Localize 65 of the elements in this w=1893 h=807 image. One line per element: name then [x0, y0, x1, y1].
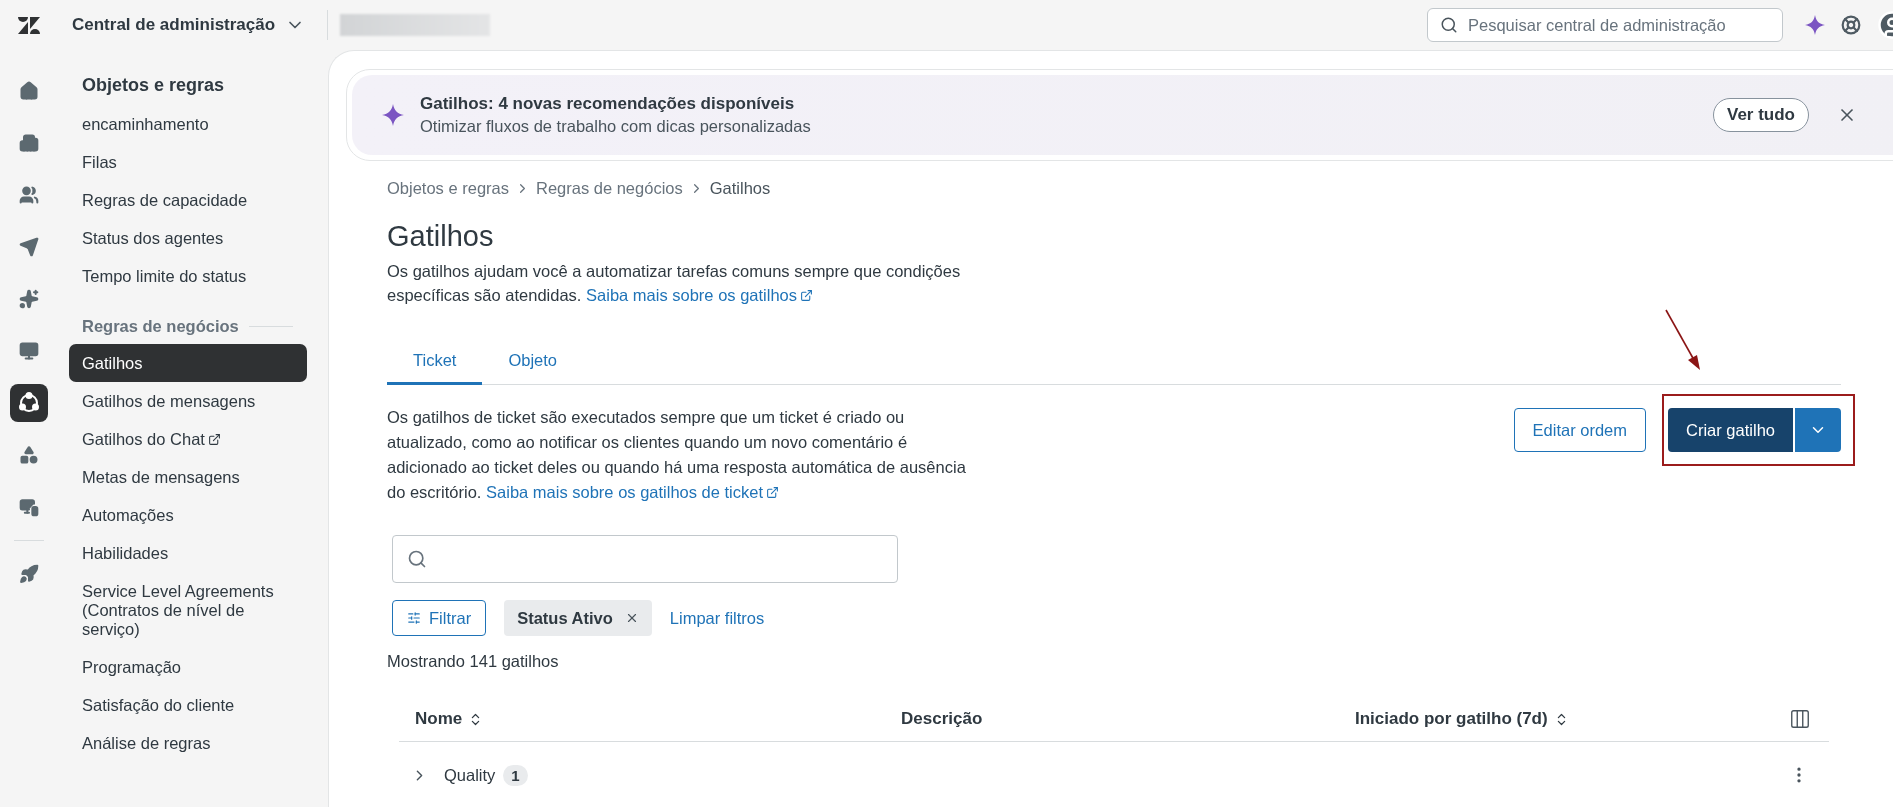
- sidebar-item[interactable]: Gatilhos do Chat: [69, 420, 307, 458]
- tab[interactable]: Objeto: [482, 341, 584, 385]
- people-icon: [19, 185, 39, 205]
- tab[interactable]: Ticket: [387, 341, 483, 385]
- external-link-icon: [800, 289, 813, 302]
- filter-chip-label: Status Ativo: [517, 608, 613, 628]
- search-icon: [1440, 16, 1458, 34]
- sidebar-item[interactable]: Programação: [69, 648, 307, 686]
- edit-order-button[interactable]: Editar ordem: [1513, 408, 1647, 452]
- clear-filters-link[interactable]: Limpar filtros: [669, 608, 765, 628]
- help-icon[interactable]: [1841, 15, 1861, 35]
- learn-more-link[interactable]: Saiba mais sobre os gatilhos de ticket: [486, 483, 780, 501]
- sidebar-item[interactable]: Satisfação do cliente: [69, 686, 307, 724]
- breadcrumb-link[interactable]: Regras de negócios: [536, 179, 683, 198]
- learn-more-link[interactable]: Saiba mais sobre os gatilhos: [586, 286, 813, 304]
- create-trigger-button[interactable]: Criar gatilho: [1668, 408, 1793, 452]
- column-header[interactable]: Descrição: [901, 709, 1355, 729]
- sparkle-icon: [382, 104, 404, 126]
- column-header[interactable]: Iniciado por gatilho (7d): [1355, 709, 1789, 729]
- sidebar-item[interactable]: Gatilhos de mensagens: [69, 382, 307, 420]
- sidebar-item[interactable]: Gatilhos: [69, 344, 307, 382]
- column-header[interactable]: Nome: [415, 709, 901, 729]
- banner-title: Gatilhos: 4 novas recomendações disponíveis: [420, 94, 796, 114]
- sidebar-section-title: Regras de negócios: [82, 317, 239, 336]
- logo-icon[interactable]: [18, 16, 40, 34]
- sidebar-item[interactable]: Service Level Agreements (Contratos de nível de serviço): [69, 572, 307, 648]
- nav-rail-button[interactable]: [10, 384, 48, 422]
- sliders-icon: [407, 611, 421, 625]
- banner-subtitle: Otimizar fluxos de trabalho com dicas personalizadas: [420, 117, 812, 136]
- sidebar-item[interactable]: Metas de mensagens: [69, 458, 307, 496]
- results-count: Mostrando 141 gatilhos: [387, 652, 560, 671]
- product-switcher[interactable]: Central de administração: [58, 15, 306, 35]
- page-title: Gatilhos: [387, 220, 495, 253]
- sidebar-item[interactable]: Análise de regras: [69, 724, 307, 762]
- view-all-button[interactable]: Ver tudo: [1713, 98, 1809, 132]
- page-description: Os gatilhos ajudam você a automatizar tarefas comuns sempre que condições específicas são atendidas. Saiba mais sobre os gatilhos: [387, 261, 962, 306]
- sparkle-icon: [19, 289, 39, 309]
- sidebar-title: Objetos e regras: [81, 74, 226, 97]
- search-icon: [407, 549, 427, 569]
- group-name: Quality: [444, 765, 496, 785]
- monitor-icon: [19, 341, 39, 361]
- shapes-icon: [19, 445, 39, 465]
- external-link-icon: [207, 432, 221, 446]
- breadcrumb-link[interactable]: Gatilhos: [709, 179, 771, 198]
- sidebar-item[interactable]: Filas: [69, 143, 320, 181]
- rocket-icon: [19, 564, 39, 584]
- sidebar-item[interactable]: Automações: [69, 496, 307, 534]
- home-icon: [19, 81, 39, 101]
- search-field[interactable]: Pesquisar central de administração: [1427, 8, 1783, 42]
- count-badge: 1: [503, 764, 528, 786]
- building-icon: [19, 133, 39, 153]
- external-link-icon: [766, 486, 780, 499]
- tab-description: Os gatilhos de ticket são executados sempre que um ticket é criado ou atualizado, como ao notificar os clientes quando um novo comentário é adicionado ao ticket deles ou quando há uma resposta automática de ausência do escritório. Saiba mais sobre os gatilhos de ticket: [387, 407, 967, 503]
- breadcrumb-link[interactable]: Objetos e regras: [387, 179, 509, 198]
- filter-button[interactable]: Filtrar: [392, 600, 487, 636]
- sidebar-item[interactable]: Habilidades: [69, 534, 307, 572]
- sparkle-icon[interactable]: [1805, 15, 1825, 35]
- devices-icon: [19, 497, 39, 517]
- sidebar-item[interactable]: Status dos agentes: [69, 219, 320, 257]
- search-field[interactable]: [392, 535, 898, 583]
- connected-nodes-icon: [18, 392, 40, 414]
- sidebar-item[interactable]: Regras de capacidade: [69, 181, 320, 219]
- sidebar-item[interactable]: Tempo limite do status: [69, 257, 320, 295]
- sidebar-item[interactable]: encaminhamento: [69, 105, 320, 143]
- send-icon: [19, 237, 39, 257]
